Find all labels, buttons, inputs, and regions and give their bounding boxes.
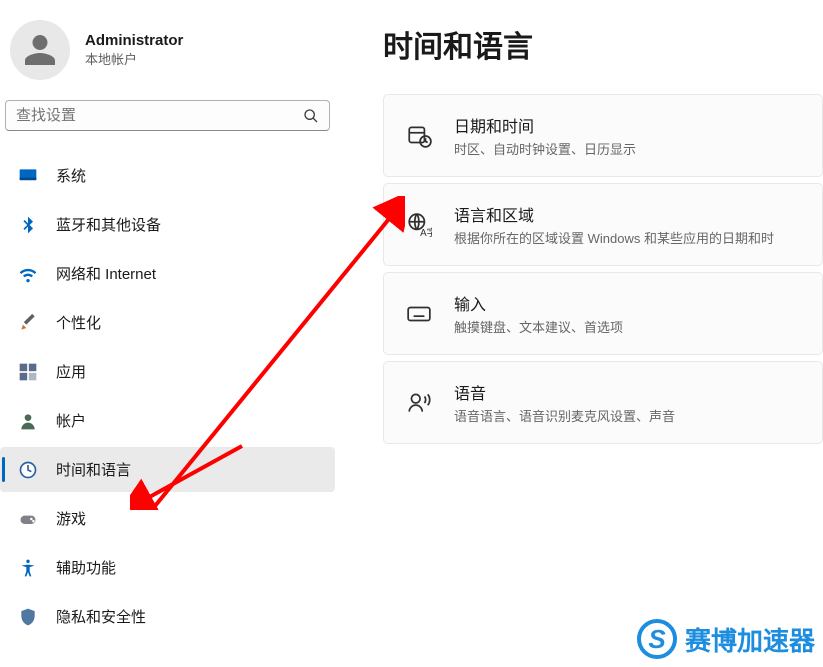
svg-text:A字: A字: [420, 225, 432, 237]
card-language-region[interactable]: A字 语言和区域 根据你所在的区域设置 Windows 和某些应用的日期和时: [383, 183, 823, 266]
sidebar-item-label: 个性化: [56, 312, 101, 333]
card-subtitle: 触摸键盘、文本建议、首选项: [454, 317, 623, 336]
sidebar-item-accounts[interactable]: 帐户: [0, 398, 335, 443]
card-subtitle: 时区、自动时钟设置、日历显示: [454, 139, 636, 158]
calendar-clock-icon: [406, 123, 432, 149]
card-subtitle: 根据你所在的区域设置 Windows 和某些应用的日期和时: [454, 228, 774, 247]
sidebar-item-personalization[interactable]: 个性化: [0, 300, 335, 345]
person-icon: [18, 411, 38, 431]
card-typing[interactable]: 输入 触摸键盘、文本建议、首选项: [383, 272, 823, 355]
clock-globe-icon: [18, 460, 38, 480]
sidebar-item-label: 系统: [56, 165, 86, 186]
sidebar-item-time-language[interactable]: 时间和语言: [0, 447, 335, 492]
card-title: 日期和时间: [454, 113, 636, 137]
globe-language-icon: A字: [406, 212, 432, 238]
nav: 系统 蓝牙和其他设备 网络和 Internet 个性化 应用 帐户: [0, 151, 335, 641]
card-title: 语音: [454, 380, 675, 404]
apps-icon: [18, 362, 38, 382]
bluetooth-icon: [18, 215, 38, 235]
user-block[interactable]: Administrator 本地帐户: [0, 20, 335, 100]
sidebar-item-label: 蓝牙和其他设备: [56, 214, 161, 235]
avatar: [10, 20, 70, 80]
brush-icon: [18, 313, 38, 333]
sidebar-item-apps[interactable]: 应用: [0, 349, 335, 394]
sidebar-item-label: 网络和 Internet: [56, 263, 156, 284]
sidebar-item-gaming[interactable]: 游戏: [0, 496, 335, 541]
display-icon: [18, 166, 38, 186]
user-subtitle: 本地帐户: [85, 49, 183, 68]
card-date-time[interactable]: 日期和时间 时区、自动时钟设置、日历显示: [383, 94, 823, 177]
gamepad-icon: [18, 509, 38, 529]
sidebar-item-label: 应用: [56, 361, 86, 382]
sidebar-item-privacy[interactable]: 隐私和安全性: [0, 594, 335, 639]
sidebar-item-label: 隐私和安全性: [56, 606, 146, 627]
page-title: 时间和语言: [383, 22, 823, 66]
card-title: 输入: [454, 291, 623, 315]
sidebar-item-label: 时间和语言: [56, 459, 131, 480]
speech-icon: [406, 390, 432, 416]
person-icon: [22, 32, 58, 68]
wifi-icon: [18, 264, 38, 284]
accessibility-icon: [18, 558, 38, 578]
card-speech[interactable]: 语音 语音语言、语音识别麦克风设置、声音: [383, 361, 823, 444]
watermark-text: 赛博加速器: [685, 621, 815, 658]
search-field[interactable]: [16, 107, 303, 124]
sidebar-item-system[interactable]: 系统: [0, 153, 335, 198]
sidebar-item-bluetooth[interactable]: 蓝牙和其他设备: [0, 202, 335, 247]
card-title: 语言和区域: [454, 202, 774, 226]
sidebar-item-label: 游戏: [56, 508, 86, 529]
shield-icon: [18, 607, 38, 627]
card-subtitle: 语音语言、语音识别麦克风设置、声音: [454, 406, 675, 425]
sidebar-item-label: 帐户: [56, 410, 86, 431]
keyboard-icon: [406, 301, 432, 327]
sidebar-item-network[interactable]: 网络和 Internet: [0, 251, 335, 296]
sidebar-item-accessibility[interactable]: 辅助功能: [0, 545, 335, 590]
search-input[interactable]: [5, 100, 330, 131]
watermark: S 赛博加速器: [637, 619, 815, 659]
sidebar-item-label: 辅助功能: [56, 557, 116, 578]
user-name: Administrator: [85, 32, 183, 49]
watermark-logo: S: [637, 619, 677, 659]
search-icon: [303, 108, 319, 124]
sidebar: Administrator 本地帐户 系统 蓝牙和其他设备: [0, 0, 335, 667]
main-content: 时间和语言 日期和时间 时区、自动时钟设置、日历显示 A字 语言和区域 根据你所…: [335, 0, 823, 667]
